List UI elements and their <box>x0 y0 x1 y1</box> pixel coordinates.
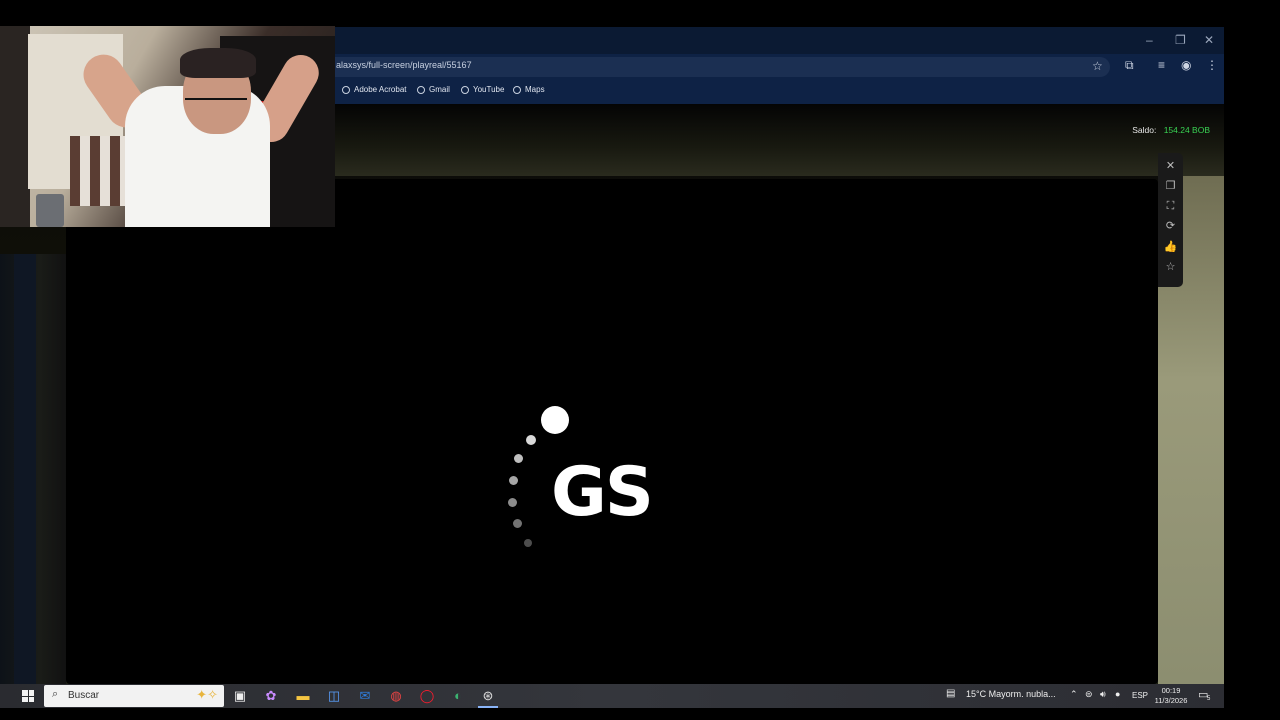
globe-icon <box>461 85 469 94</box>
gs-logo: GS <box>551 453 654 532</box>
balance-value: 154.24 BOB <box>1163 125 1210 135</box>
webcam-person-hair <box>180 48 256 78</box>
spinner-dot <box>509 476 518 485</box>
volume-icon[interactable]: 🔊︎ <box>1100 689 1106 700</box>
close-window-button[interactable]: ✕ <box>1204 33 1214 47</box>
file-explorer-icon[interactable]: ▬ <box>295 688 311 704</box>
notification-count: 5 <box>1207 696 1211 702</box>
windows-start-icon[interactable] <box>22 690 34 702</box>
bookmark-label: Maps <box>525 85 545 94</box>
bookmark-label: Gmail <box>429 85 450 94</box>
browser-menu-icon[interactable]: ⋮ <box>1206 58 1218 72</box>
search-icon: ⌕ <box>52 688 59 700</box>
spinner-dot <box>524 539 532 547</box>
fullscreen-icon[interactable]: ⛶ <box>1158 196 1183 216</box>
balance-label: Saldo: <box>1132 125 1157 135</box>
taskbar-search[interactable]: ⌕ Buscar ✦✧ <box>44 685 224 707</box>
minimize-button[interactable]: – <box>1146 33 1153 47</box>
edge-icon[interactable]: ◐ <box>450 688 466 704</box>
extensions-icon[interactable]: ⧉ <box>1125 58 1134 73</box>
spinner-dot <box>513 519 522 528</box>
bookmark-gmail[interactable]: Gmail <box>417 85 450 94</box>
chevron-up-icon[interactable]: ⌃ <box>1070 689 1078 700</box>
network-icon[interactable]: ⊜ <box>1085 689 1093 700</box>
maximize-button[interactable]: ❐ <box>1175 33 1186 47</box>
refresh-icon[interactable]: ⟳ <box>1158 216 1183 236</box>
language-indicator[interactable]: ESP <box>1132 691 1148 700</box>
webcam-glasses <box>185 84 247 100</box>
globe-icon <box>342 85 350 94</box>
weather-icon[interactable]: ▤ <box>946 688 955 699</box>
balance-display: Saldo: 154.24 BOB <box>1132 125 1210 135</box>
chrome-icon[interactable]: ◍ <box>388 688 404 704</box>
background-left-stripe <box>14 254 36 684</box>
webcam-can <box>36 194 64 227</box>
media-control-icon[interactable]: ≡ <box>1158 58 1165 72</box>
bookmark-maps[interactable]: Maps <box>513 85 545 94</box>
taskbar: ⌕ Buscar ✦✧ ▣ ✿ ▬ ◫ ✉ ◍ ◯ ◐ ⊛ ▤ 15°C May… <box>0 684 1224 708</box>
weather-text[interactable]: 15°C Mayorm. nubla... <box>966 689 1056 699</box>
star-icon[interactable]: ☆ <box>1158 257 1183 277</box>
microphone-icon[interactable]: ● <box>1115 689 1120 699</box>
bookmark-adobe-acrobat[interactable]: Adobe Acrobat <box>342 85 406 94</box>
url-field[interactable]: alaxsys/full-screen/playreal/55167 ☆ <box>320 57 1110 77</box>
spinner-dot <box>508 498 517 507</box>
opera-icon[interactable]: ◯ <box>419 688 435 704</box>
webcam-shelf <box>0 26 30 227</box>
copilot-icon[interactable]: ✿ <box>263 688 279 704</box>
spinner-dot <box>541 406 569 434</box>
close-icon[interactable]: ✕ <box>1158 156 1183 176</box>
search-placeholder: Buscar <box>68 690 100 701</box>
url-text[interactable]: alaxsys/full-screen/playreal/55167 <box>336 60 472 70</box>
bookmark-youtube[interactable]: YouTube <box>461 85 504 94</box>
bookmark-label: YouTube <box>473 85 505 94</box>
clock[interactable]: 00:19 11/3/2026 <box>1148 686 1194 706</box>
bookmark-star-icon[interactable]: ☆ <box>1092 59 1103 73</box>
clock-time: 00:19 <box>1161 686 1181 695</box>
obs-icon[interactable]: ⊛ <box>480 688 496 704</box>
bookmark-label: Adobe Acrobat <box>354 85 407 94</box>
webcam-overlay <box>0 26 335 227</box>
thumbs-up-icon[interactable]: 👍 <box>1158 237 1183 257</box>
window-icon[interactable]: ❐ <box>1158 176 1183 196</box>
profile-avatar-icon[interactable]: ◉ <box>1181 58 1191 72</box>
outlook-icon[interactable]: ✉ <box>357 688 373 704</box>
task-view-icon[interactable]: ▣ <box>232 688 248 704</box>
clock-date: 11/3/2026 <box>1154 696 1188 705</box>
copilot-sparkle-icon: ✦✧ <box>196 687 218 702</box>
spinner-dot <box>514 454 523 463</box>
store-icon[interactable]: ◫ <box>326 688 342 704</box>
globe-icon <box>513 85 521 94</box>
spinner-dot <box>526 435 536 445</box>
globe-icon <box>417 85 425 94</box>
active-app-indicator <box>478 706 498 708</box>
game-frame[interactable] <box>66 179 1158 684</box>
game-toolbar: ✕ ❐ ⛶ ⟳ 👍 ☆ <box>1158 153 1183 287</box>
